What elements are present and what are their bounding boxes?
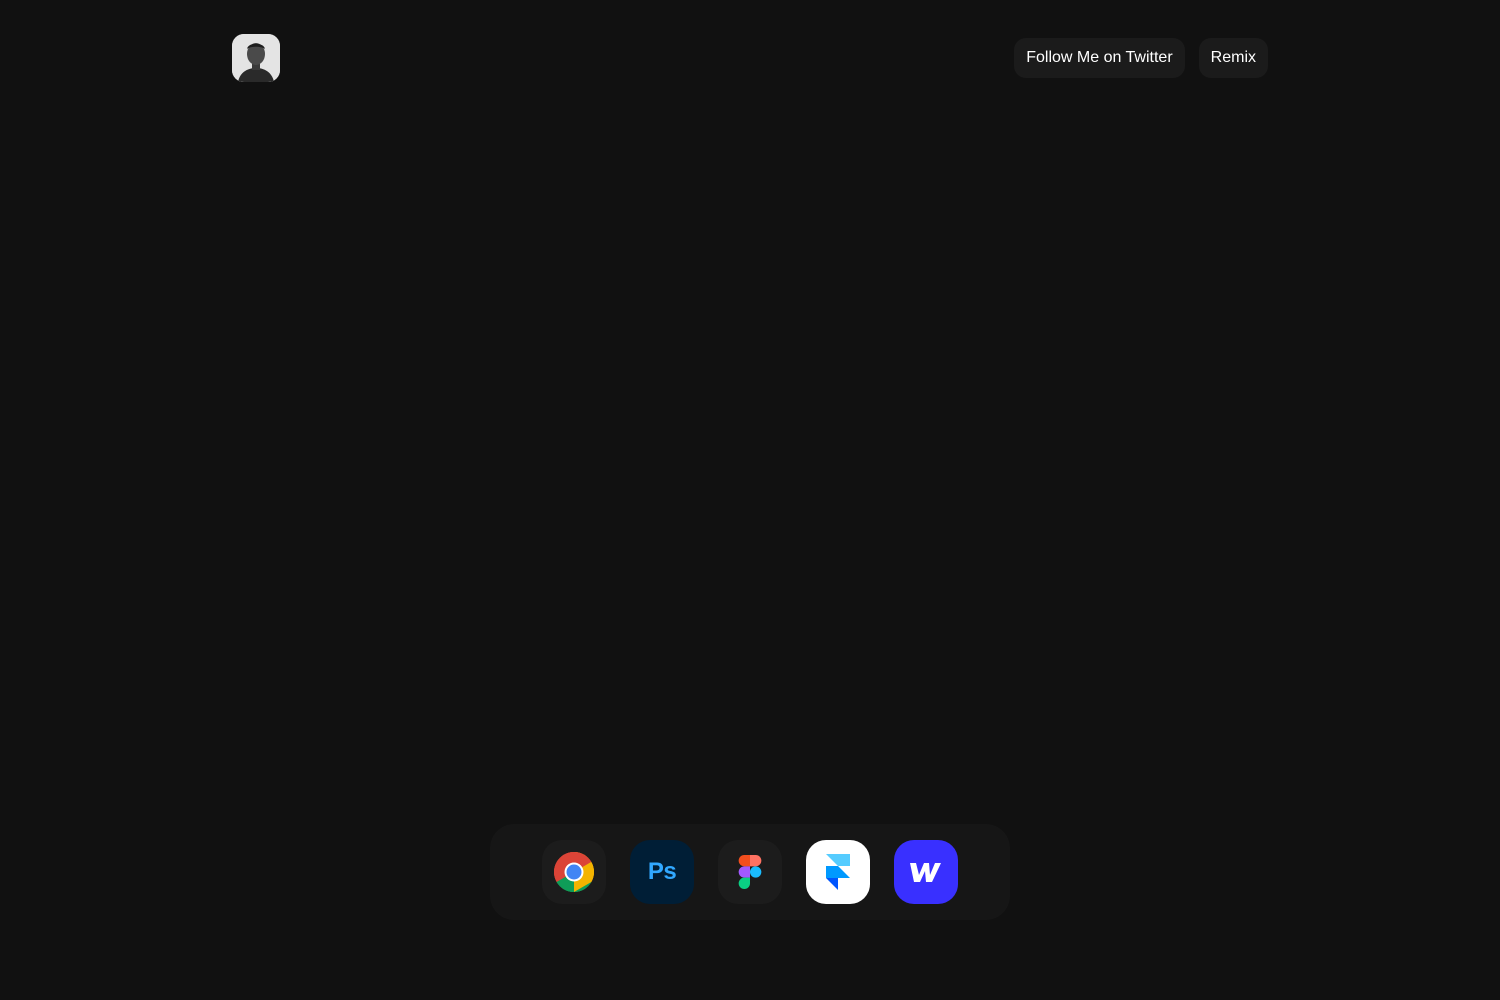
remix-button[interactable]: Remix (1198, 38, 1268, 78)
dock-app-chrome[interactable] (542, 840, 606, 904)
follow-twitter-button[interactable]: Follow Me on Twitter (1014, 38, 1185, 78)
app-dock: Ps (490, 824, 1010, 920)
avatar-photo-icon (232, 34, 280, 82)
avatar[interactable] (232, 34, 280, 82)
chrome-icon (554, 852, 594, 892)
webflow-icon (910, 863, 941, 882)
header-actions: Follow Me on Twitter Remix (1014, 38, 1268, 78)
dock-app-framer[interactable] (806, 840, 870, 904)
dock-app-webflow[interactable] (894, 840, 958, 904)
dock-app-figma[interactable] (718, 840, 782, 904)
page: Follow Me on Twitter Remix Ps (0, 0, 1500, 1000)
framer-icon (826, 854, 850, 890)
dock-app-photoshop[interactable]: Ps (630, 840, 694, 904)
photoshop-icon: Ps (647, 858, 677, 885)
figma-icon (738, 855, 762, 889)
